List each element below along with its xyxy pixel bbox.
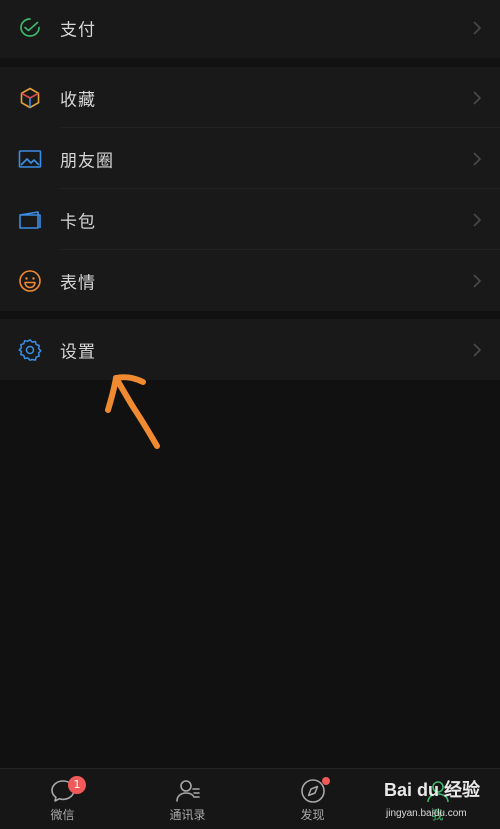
menu-item-favorites[interactable]: 收藏 (0, 67, 500, 128)
group-settings: 设置 (0, 319, 500, 380)
menu-item-moments[interactable]: 朋友圈 (0, 128, 500, 189)
tab-label-contacts: 通讯录 (169, 808, 206, 822)
menu-item-stickers[interactable]: 表情 (0, 250, 500, 311)
tab-label-chats: 微信 (50, 808, 75, 822)
group-favorites: 收藏 朋友圈 卡包 表情 (0, 67, 500, 311)
watermark-url: jingyan.baidu.com (386, 808, 467, 819)
menu-label-settings: 设置 (60, 342, 96, 362)
chevron-right-icon (473, 273, 482, 288)
tab-chats[interactable]: 1 微信 (0, 769, 125, 829)
tab-label-discover: 发现 (300, 808, 325, 822)
new-dot-badge (322, 777, 330, 785)
tab-contacts[interactable]: 通讯录 (125, 769, 250, 829)
smiley-icon (19, 269, 41, 292)
tab-discover[interactable]: 发现 (250, 769, 375, 829)
annotation-arrow-icon (105, 374, 160, 449)
watermark-brand: Bai du 经验 (384, 780, 481, 800)
menu-label-favorites: 收藏 (60, 90, 96, 110)
menu-item-cards[interactable]: 卡包 (0, 189, 500, 250)
chevron-right-icon (473, 342, 482, 357)
unread-badge: 1 (68, 776, 86, 794)
chevron-right-icon (473, 20, 482, 35)
menu-label-moments: 朋友圈 (60, 151, 114, 171)
group-pay: 支付 (0, 0, 500, 58)
chevron-right-icon (473, 151, 482, 166)
wallet-icon (19, 210, 41, 229)
picture-icon (18, 149, 42, 168)
chevron-right-icon (473, 212, 482, 227)
menu-label-cards: 卡包 (60, 212, 96, 232)
chevron-right-icon (473, 90, 482, 105)
contacts-icon (175, 780, 200, 802)
watermark: Bai du 经验 jingyan.baidu.com (384, 772, 496, 826)
pay-check-icon (20, 17, 40, 37)
menu-label-stickers: 表情 (60, 273, 96, 293)
menu-label-pay: 支付 (60, 20, 96, 40)
cube-icon (20, 87, 40, 108)
menu-item-settings[interactable]: 设置 (0, 319, 500, 380)
menu-item-pay[interactable]: 支付 (0, 0, 500, 58)
gear-icon (18, 338, 42, 361)
